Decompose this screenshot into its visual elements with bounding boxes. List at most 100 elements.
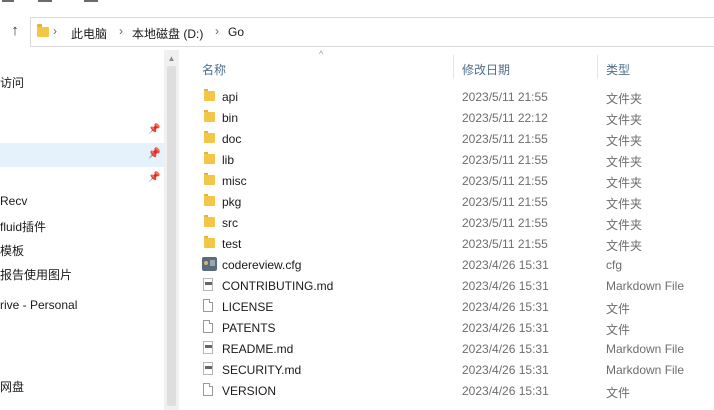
pin-icon[interactable]: 📌	[148, 172, 160, 184]
file-icon	[203, 383, 213, 396]
cfg-file-icon	[202, 257, 217, 271]
file-row[interactable]: pkg 2023/5/11 21:55 文件夹	[190, 192, 714, 213]
markdown-file-icon	[203, 341, 213, 354]
folder-icon	[204, 131, 215, 143]
file-row[interactable]: lib 2023/5/11 21:55 文件夹	[190, 150, 714, 171]
column-type[interactable]: 类型	[606, 61, 630, 78]
file-name: bin	[222, 111, 239, 125]
column-headers: ^ 名称 修改日期 类型	[190, 49, 714, 79]
file-type: 文件夹	[606, 113, 643, 127]
file-date: 2023/5/11 21:55	[462, 174, 548, 188]
file-date: 2023/5/11 21:55	[462, 132, 548, 146]
column-divider[interactable]	[453, 55, 454, 79]
file-row[interactable]: src 2023/5/11 21:55 文件夹	[190, 213, 714, 234]
file-name: doc	[222, 132, 242, 146]
file-type: 文件	[606, 302, 631, 316]
file-row[interactable]: PATENTS 2023/4/26 15:31 文件	[190, 318, 714, 339]
breadcrumb-this-pc[interactable]: 此电脑	[71, 25, 107, 42]
nav-item-fluid-plugin[interactable]: fluid插件	[0, 218, 46, 235]
file-name: VERSION	[222, 384, 277, 398]
file-name: misc	[222, 174, 247, 188]
file-type: Markdown File	[606, 279, 685, 293]
file-name: src	[222, 216, 238, 230]
file-type: cfg	[606, 258, 623, 272]
chevron-right-icon[interactable]: ›	[53, 24, 57, 38]
file-name: LICENSE	[222, 300, 274, 314]
navigation-pane: 访问 📌 📌 📌 📌 Recv fluid插件 模板 报告使用图片 rive -…	[0, 50, 164, 410]
file-date: 2023/4/26 15:31	[462, 258, 549, 272]
ribbon-fragment	[84, 0, 98, 2]
column-name[interactable]: 名称	[202, 61, 226, 78]
file-row[interactable]: codereview.cfg 2023/4/26 15:31 cfg	[190, 255, 714, 276]
file-name: pkg	[222, 195, 242, 209]
nav-item-selected[interactable]	[0, 143, 164, 167]
nav-scrollbar[interactable]: ▲	[164, 50, 179, 410]
file-date: 2023/5/11 21:55	[462, 216, 548, 230]
file-row[interactable]: VERSION 2023/4/26 15:31 文件	[190, 381, 714, 402]
file-row[interactable]: SECURITY.md 2023/4/26 15:31 Markdown Fil…	[190, 360, 714, 381]
file-type: 文件夹	[606, 134, 643, 148]
file-row[interactable]: README.md 2023/4/26 15:31 Markdown File	[190, 339, 714, 360]
file-type: 文件	[606, 386, 631, 400]
file-date: 2023/4/26 15:31	[462, 300, 549, 314]
chevron-right-icon[interactable]: ›	[119, 24, 123, 38]
file-row[interactable]: bin 2023/5/11 22:12 文件夹	[190, 108, 714, 129]
nav-item-netdisk[interactable]: 网盘	[0, 378, 24, 395]
file-date: 2023/5/11 21:55	[462, 195, 548, 209]
file-row[interactable]: test 2023/5/11 21:55 文件夹	[190, 234, 714, 255]
file-date: 2023/4/26 15:31	[462, 279, 549, 293]
scroll-up-icon[interactable]: ▲	[164, 54, 179, 64]
file-row[interactable]: misc 2023/5/11 21:55 文件夹	[190, 171, 714, 192]
chevron-right-icon[interactable]: ›	[215, 24, 219, 38]
file-date: 2023/5/11 21:55	[462, 153, 548, 167]
file-row[interactable]: api 2023/5/11 21:55 文件夹	[190, 87, 714, 108]
up-arrow-icon[interactable]: ↑	[6, 22, 24, 40]
folder-icon	[204, 215, 215, 227]
folder-icon	[204, 110, 215, 122]
folder-icon	[204, 173, 215, 185]
file-icon	[203, 299, 213, 312]
file-name: CONTRIBUTING.md	[222, 279, 334, 293]
file-name: lib	[222, 153, 235, 167]
scroll-thumb[interactable]	[167, 66, 176, 406]
markdown-file-icon	[203, 278, 213, 291]
file-name: README.md	[222, 342, 294, 356]
file-row[interactable]: LICENSE 2023/4/26 15:31 文件	[190, 297, 714, 318]
nav-item-template[interactable]: 模板	[0, 242, 24, 259]
file-date: 2023/5/11 22:12	[462, 111, 548, 125]
file-type: 文件夹	[606, 239, 643, 253]
file-row[interactable]: CONTRIBUTING.md 2023/4/26 15:31 Markdown…	[190, 276, 714, 297]
file-type: Markdown File	[606, 363, 685, 377]
file-name: codereview.cfg	[222, 258, 302, 272]
file-date: 2023/5/11 21:55	[462, 90, 548, 104]
pin-icon[interactable]: 📌	[148, 148, 160, 160]
folder-icon	[204, 89, 215, 101]
address-bar[interactable]: › 此电脑 › 本地磁盘 (D:) › Go	[30, 17, 714, 47]
folder-icon	[204, 152, 215, 164]
file-name: SECURITY.md	[222, 363, 302, 377]
file-type: 文件夹	[606, 176, 643, 190]
nav-item-recv[interactable]: Recv	[0, 194, 27, 208]
folder-icon	[204, 236, 215, 248]
markdown-file-icon	[203, 362, 213, 375]
file-date: 2023/4/26 15:31	[462, 384, 549, 398]
nav-item-quick-access[interactable]: 访问	[0, 74, 24, 91]
file-type: 文件夹	[606, 218, 643, 232]
file-date: 2023/5/11 21:55	[462, 237, 548, 251]
breadcrumb-drive-d[interactable]: 本地磁盘 (D:)	[132, 25, 203, 42]
file-type: 文件	[606, 323, 631, 337]
file-date: 2023/4/26 15:31	[462, 321, 549, 335]
file-type: Markdown File	[606, 342, 685, 356]
ribbon-fragment	[38, 0, 52, 2]
file-date: 2023/4/26 15:31	[462, 363, 549, 377]
column-date-modified[interactable]: 修改日期	[462, 61, 510, 78]
folder-icon	[204, 194, 215, 206]
nav-item-onedrive[interactable]: rive - Personal	[0, 298, 77, 312]
nav-item-report-images[interactable]: 报告使用图片	[0, 266, 72, 283]
pin-icon[interactable]: 📌	[148, 124, 160, 136]
file-type: 文件夹	[606, 155, 643, 169]
file-row[interactable]: doc 2023/5/11 21:55 文件夹	[190, 129, 714, 150]
breadcrumb-go[interactable]: Go	[228, 25, 244, 39]
sort-ascending-icon: ^	[319, 49, 324, 59]
column-divider[interactable]	[597, 55, 598, 79]
